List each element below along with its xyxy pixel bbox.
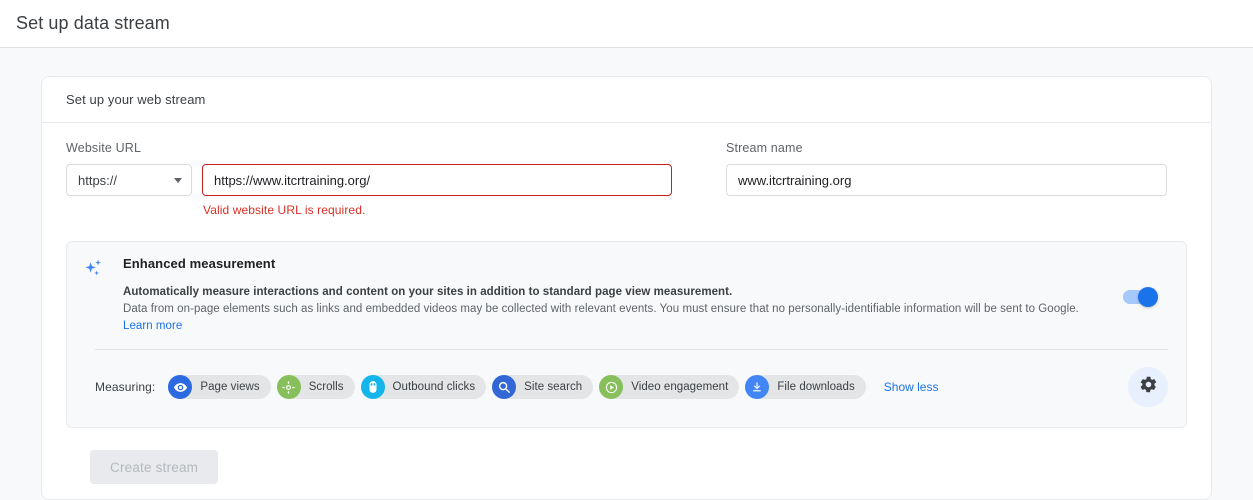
card-body: Website URL https:// Valid website URL i… — [42, 123, 1211, 484]
chip-label: Scrolls — [308, 381, 344, 393]
footer-actions: Create stream — [66, 428, 1187, 484]
scroll-move-icon — [276, 375, 301, 399]
website-url-error: Valid website URL is required. — [203, 203, 366, 217]
enhanced-measurement-top: Enhanced measurement Automatically measu… — [67, 256, 1186, 335]
page-title: Set up data stream — [16, 13, 170, 33]
enhanced-measurement-panel: Enhanced measurement Automatically measu… — [66, 241, 1187, 428]
website-url-input[interactable] — [202, 164, 672, 196]
stream-name-input[interactable] — [726, 164, 1167, 196]
chip-outbound-clicks[interactable]: Outbound clicks — [360, 375, 487, 399]
website-url-inputs: https:// — [66, 164, 672, 196]
protocol-select[interactable]: https:// — [66, 164, 192, 196]
fields-row: Website URL https:// Valid website URL i… — [66, 141, 1187, 217]
play-icon — [599, 375, 624, 399]
mouse-icon — [360, 375, 385, 399]
enhanced-measurement-text: Enhanced measurement Automatically measu… — [113, 256, 1112, 335]
toggle-knob — [1138, 287, 1158, 307]
protocol-select-value: https:// — [78, 172, 118, 188]
eye-icon — [168, 375, 193, 399]
learn-more-link[interactable]: Learn more — [123, 320, 182, 332]
website-url-field: Website URL https:// Valid website URL i… — [66, 141, 672, 217]
download-icon — [745, 375, 770, 399]
measuring-label: Measuring: — [95, 380, 156, 394]
chip-label: Video engagement — [631, 381, 729, 393]
chip-label: Page views — [200, 381, 260, 393]
create-stream-button[interactable]: Create stream — [90, 450, 219, 484]
chip-label: File downloads — [777, 381, 855, 393]
stream-name-label: Stream name — [726, 141, 803, 155]
stream-name-field: Stream name — [726, 141, 1167, 217]
chip-file-downloads[interactable]: File downloads — [745, 375, 866, 399]
measuring-row: Measuring: Page views Scrolls Outbound c… — [67, 350, 1186, 427]
enhanced-measurement-toggle-wrap — [1112, 256, 1168, 335]
enhanced-measurement-title: Enhanced measurement — [123, 256, 276, 271]
card-header-title: Set up your web stream — [66, 92, 206, 107]
enhanced-measurement-toggle[interactable] — [1123, 287, 1158, 307]
enhanced-measurement-desc-bold: Automatically measure interactions and c… — [123, 286, 733, 298]
chip-page-views[interactable]: Page views — [168, 375, 271, 399]
enhanced-measurement-description: Automatically measure interactions and c… — [123, 284, 1087, 335]
sparkle-icon — [83, 256, 113, 335]
stream-name-inputs — [726, 164, 1167, 196]
setup-card: Set up your web stream Website URL https… — [41, 76, 1212, 500]
website-url-label: Website URL — [66, 141, 142, 155]
chip-scrolls[interactable]: Scrolls — [276, 375, 355, 399]
measuring-chips: Page views Scrolls Outbound clicks Site … — [168, 375, 1128, 399]
chip-site-search[interactable]: Site search — [492, 375, 594, 399]
search-icon — [492, 375, 517, 399]
card-header: Set up your web stream — [42, 77, 1211, 123]
enhanced-measurement-desc-rest: Data from on-page elements such as links… — [123, 303, 1079, 315]
page-body: Set up your web stream Website URL https… — [0, 48, 1253, 500]
chip-label: Site search — [524, 381, 583, 393]
chip-video-engagement[interactable]: Video engagement — [599, 375, 740, 399]
gear-icon — [1139, 375, 1158, 399]
enhanced-measurement-settings-button[interactable] — [1128, 367, 1168, 407]
chip-label: Outbound clicks — [392, 381, 476, 393]
chevron-down-icon — [174, 177, 182, 183]
page-header: Set up data stream — [0, 0, 1253, 48]
show-less-link[interactable]: Show less — [884, 380, 939, 394]
